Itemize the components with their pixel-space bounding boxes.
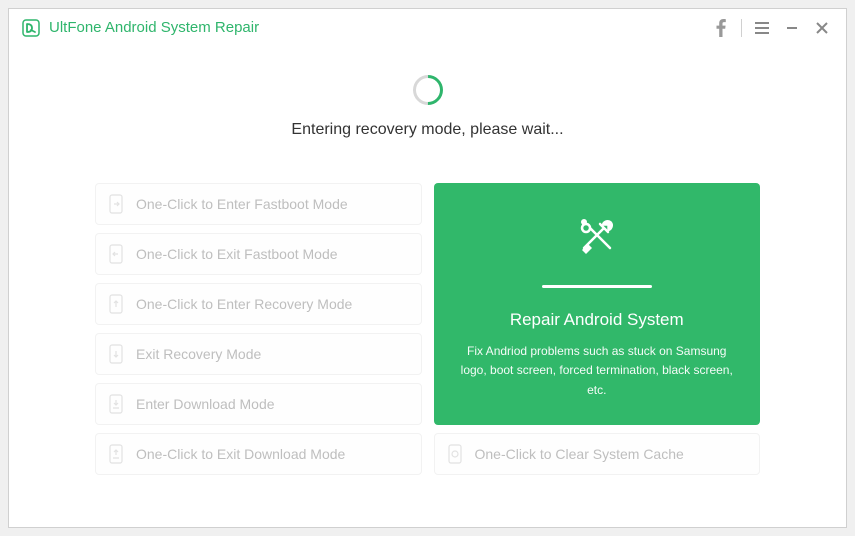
tools-icon	[570, 208, 624, 267]
options-grid: One-Click to Enter Fastboot Mode One-Cli…	[9, 183, 846, 475]
left-column: One-Click to Enter Fastboot Mode One-Cli…	[95, 183, 422, 475]
spinner-icon	[406, 69, 448, 111]
card-description: Fix Andriod problems such as stuck on Sa…	[454, 342, 741, 400]
menu-icon[interactable]	[748, 14, 776, 42]
card-divider	[542, 285, 652, 288]
minimize-button[interactable]	[778, 14, 806, 42]
title-left: UltFone Android System Repair	[21, 18, 259, 38]
clear-cache-button: One-Click to Clear System Cache	[434, 433, 761, 475]
status-message: Entering recovery mode, please wait...	[291, 121, 563, 139]
title-controls	[707, 14, 836, 42]
phone-upload-icon	[108, 444, 126, 464]
enter-download-button: Enter Download Mode	[95, 383, 422, 425]
exit-fastboot-button: One-Click to Exit Fastboot Mode	[95, 233, 422, 275]
titlebar: UltFone Android System Repair	[9, 9, 846, 47]
card-title: Repair Android System	[510, 310, 684, 330]
app-window: UltFone Android System Repair Entering r…	[8, 8, 847, 528]
right-column: Repair Android System Fix Andriod proble…	[434, 183, 761, 475]
option-label: Enter Download Mode	[136, 396, 275, 412]
exit-download-button: One-Click to Exit Download Mode	[95, 433, 422, 475]
phone-arrow-down-icon	[108, 344, 126, 364]
option-label: One-Click to Enter Fastboot Mode	[136, 196, 348, 212]
phone-clear-icon	[447, 444, 465, 464]
facebook-icon[interactable]	[707, 14, 735, 42]
phone-arrow-right-icon	[108, 194, 126, 214]
content-area: Entering recovery mode, please wait... O…	[9, 47, 846, 475]
exit-recovery-button: Exit Recovery Mode	[95, 333, 422, 375]
option-label: One-Click to Exit Download Mode	[136, 446, 345, 462]
status-section: Entering recovery mode, please wait...	[9, 75, 846, 139]
repair-system-card[interactable]: Repair Android System Fix Andriod proble…	[434, 183, 761, 425]
close-button[interactable]	[808, 14, 836, 42]
option-label: One-Click to Exit Fastboot Mode	[136, 246, 338, 262]
option-label: One-Click to Clear System Cache	[475, 446, 684, 462]
app-logo-icon	[21, 18, 41, 38]
phone-download-icon	[108, 394, 126, 414]
app-title: UltFone Android System Repair	[49, 19, 259, 36]
option-label: One-Click to Enter Recovery Mode	[136, 296, 352, 312]
phone-arrow-up-icon	[108, 294, 126, 314]
enter-fastboot-button: One-Click to Enter Fastboot Mode	[95, 183, 422, 225]
option-label: Exit Recovery Mode	[136, 346, 261, 362]
enter-recovery-button: One-Click to Enter Recovery Mode	[95, 283, 422, 325]
divider	[741, 19, 742, 37]
phone-arrow-left-icon	[108, 244, 126, 264]
